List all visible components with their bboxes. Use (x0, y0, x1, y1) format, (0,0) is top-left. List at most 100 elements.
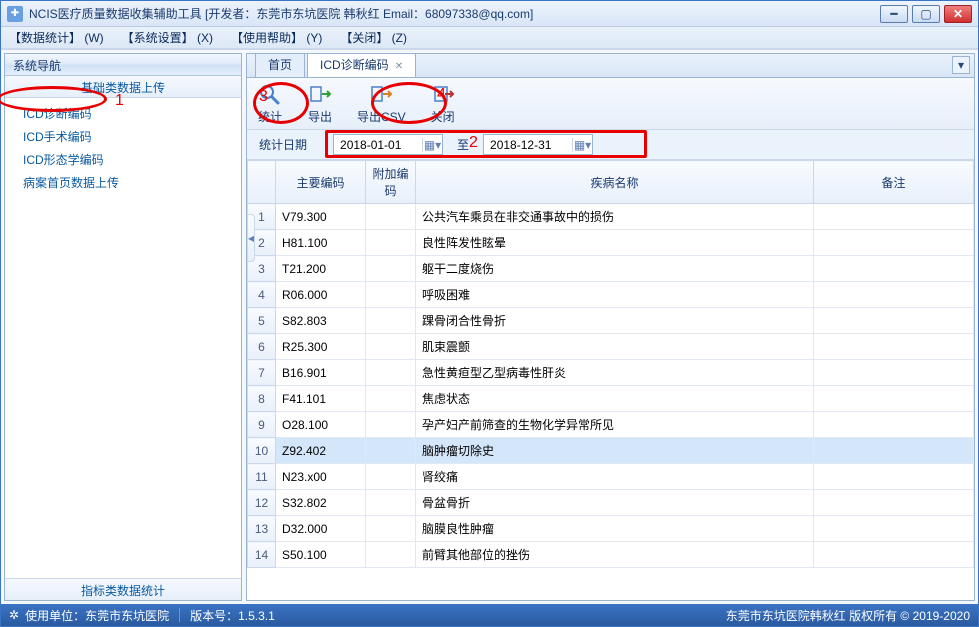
cell-main-code[interactable]: N23.x00 (276, 464, 366, 490)
nav-icd-operation[interactable]: ICD手术编码 (21, 125, 237, 148)
cell-main-code[interactable]: S32.802 (276, 490, 366, 516)
table-row[interactable]: 10Z92.402脑肿瘤切除史 (248, 438, 974, 464)
table-row[interactable]: 14S50.100前臂其他部位的挫伤 (248, 542, 974, 568)
cell-remark[interactable] (814, 308, 974, 334)
cell-addl-code[interactable] (366, 256, 416, 282)
table-row[interactable]: 1V79.300公共汽车乘员在非交通事故中的损伤 (248, 204, 974, 230)
cell-main-code[interactable]: R06.000 (276, 282, 366, 308)
table-row[interactable]: 2H81.100良性阵发性眩晕 (248, 230, 974, 256)
cell-disease-name[interactable]: 良性阵发性眩晕 (416, 230, 814, 256)
col-disease-name[interactable]: 疾病名称 (416, 161, 814, 204)
table-row[interactable]: 5S82.803踝骨闭合性骨折 (248, 308, 974, 334)
sidebar-group-indicator[interactable]: 指标类数据统计 (5, 578, 241, 600)
cell-remark[interactable] (814, 204, 974, 230)
cell-disease-name[interactable]: 公共汽车乘员在非交通事故中的损伤 (416, 204, 814, 230)
cell-remark[interactable] (814, 542, 974, 568)
cell-disease-name[interactable]: 踝骨闭合性骨折 (416, 308, 814, 334)
table-row[interactable]: 6R25.300肌束震颤 (248, 334, 974, 360)
table-row[interactable]: 9O28.100孕产妇产前筛查的生物化学异常所见 (248, 412, 974, 438)
cell-main-code[interactable]: R25.300 (276, 334, 366, 360)
nav-front-page-upload[interactable]: 病案首页数据上传 (21, 171, 237, 194)
cell-addl-code[interactable] (366, 412, 416, 438)
menu-data-stats[interactable]: 【数据统计】 (W) (9, 29, 104, 46)
cell-main-code[interactable]: B16.901 (276, 360, 366, 386)
cell-disease-name[interactable]: 焦虑状态 (416, 386, 814, 412)
tab-icd-diagnosis[interactable]: ICD诊断编码✕ (307, 53, 416, 77)
table-row[interactable]: 8F41.101焦虑状态 (248, 386, 974, 412)
cell-addl-code[interactable] (366, 334, 416, 360)
cell-main-code[interactable]: S50.100 (276, 542, 366, 568)
calendar-icon[interactable]: ▦▾ (572, 138, 592, 152)
table-row[interactable]: 11N23.x00肾绞痛 (248, 464, 974, 490)
cell-remark[interactable] (814, 490, 974, 516)
maximize-button[interactable]: ▢ (912, 5, 940, 23)
date-to-field[interactable] (484, 136, 572, 154)
cell-remark[interactable] (814, 464, 974, 490)
tab-overflow-button[interactable]: ▾ (952, 56, 970, 74)
cell-main-code[interactable]: S82.803 (276, 308, 366, 334)
cell-disease-name[interactable]: 急性黄疸型乙型病毒性肝炎 (416, 360, 814, 386)
cell-remark[interactable] (814, 282, 974, 308)
toolbar-stat-button[interactable]: 统计 (257, 82, 283, 125)
cell-addl-code[interactable] (366, 490, 416, 516)
cell-addl-code[interactable] (366, 282, 416, 308)
col-addl-code[interactable]: 附加编码 (366, 161, 416, 204)
menu-close[interactable]: 【关闭】 (Z) (340, 29, 407, 46)
toolbar-exportcsv-button[interactable]: 导出CSV (357, 82, 406, 125)
cell-main-code[interactable]: Z92.402 (276, 438, 366, 464)
menu-help[interactable]: 【使用帮助】 (Y) (231, 29, 322, 46)
cell-remark[interactable] (814, 256, 974, 282)
cell-disease-name[interactable]: 骨盆骨折 (416, 490, 814, 516)
table-row[interactable]: 7B16.901急性黄疸型乙型病毒性肝炎 (248, 360, 974, 386)
cell-remark[interactable] (814, 230, 974, 256)
cell-remark[interactable] (814, 516, 974, 542)
cell-addl-code[interactable] (366, 204, 416, 230)
cell-addl-code[interactable] (366, 542, 416, 568)
cell-addl-code[interactable] (366, 438, 416, 464)
cell-remark[interactable] (814, 386, 974, 412)
cell-remark[interactable] (814, 438, 974, 464)
cell-addl-code[interactable] (366, 516, 416, 542)
cell-disease-name[interactable]: 前臂其他部位的挫伤 (416, 542, 814, 568)
date-from-field[interactable] (334, 136, 422, 154)
tab-close-icon[interactable]: ✕ (395, 61, 403, 72)
cell-disease-name[interactable]: 孕产妇产前筛查的生物化学异常所见 (416, 412, 814, 438)
cell-addl-code[interactable] (366, 308, 416, 334)
close-button[interactable]: ✕ (944, 5, 972, 23)
cell-disease-name[interactable]: 脑肿瘤切除史 (416, 438, 814, 464)
menu-system-settings[interactable]: 【系统设置】 (X) (122, 29, 213, 46)
tab-home[interactable]: 首页 (255, 53, 305, 77)
nav-icd-diagnosis[interactable]: ICD诊断编码 (21, 102, 237, 125)
cell-disease-name[interactable]: 脑膜良性肿瘤 (416, 516, 814, 542)
toolbar-close-button[interactable]: 关闭 (430, 82, 456, 125)
cell-addl-code[interactable] (366, 360, 416, 386)
table-row[interactable]: 12S32.802骨盆骨折 (248, 490, 974, 516)
cell-remark[interactable] (814, 360, 974, 386)
cell-remark[interactable] (814, 334, 974, 360)
table-row[interactable]: 4R06.000呼吸困难 (248, 282, 974, 308)
col-remark[interactable]: 备注 (814, 161, 974, 204)
cell-disease-name[interactable]: 肾绞痛 (416, 464, 814, 490)
minimize-button[interactable]: ━ (880, 5, 908, 23)
cell-disease-name[interactable]: 呼吸困难 (416, 282, 814, 308)
cell-remark[interactable] (814, 412, 974, 438)
table-row[interactable]: 13D32.000脑膜良性肿瘤 (248, 516, 974, 542)
cell-main-code[interactable]: T21.200 (276, 256, 366, 282)
cell-main-code[interactable]: F41.101 (276, 386, 366, 412)
cell-disease-name[interactable]: 肌束震颤 (416, 334, 814, 360)
cell-addl-code[interactable] (366, 464, 416, 490)
calendar-icon[interactable]: ▦▾ (422, 138, 442, 152)
nav-icd-morphology[interactable]: ICD形态学编码 (21, 148, 237, 171)
cell-disease-name[interactable]: 躯干二度烧伤 (416, 256, 814, 282)
cell-addl-code[interactable] (366, 386, 416, 412)
toolbar-export-button[interactable]: 导出 (307, 82, 333, 125)
date-from-input[interactable]: ▦▾ (333, 134, 443, 155)
col-main-code[interactable]: 主要编码 (276, 161, 366, 204)
panel-expand-handle[interactable]: ◂ (247, 214, 255, 262)
cell-main-code[interactable]: H81.100 (276, 230, 366, 256)
data-grid[interactable]: 主要编码 附加编码 疾病名称 备注 1V79.300公共汽车乘员在非交通事故中的… (247, 160, 974, 600)
date-to-input[interactable]: ▦▾ (483, 134, 593, 155)
sidebar-group-basic[interactable]: 基础类数据上传 (5, 76, 241, 98)
cell-main-code[interactable]: V79.300 (276, 204, 366, 230)
table-row[interactable]: 3T21.200躯干二度烧伤 (248, 256, 974, 282)
